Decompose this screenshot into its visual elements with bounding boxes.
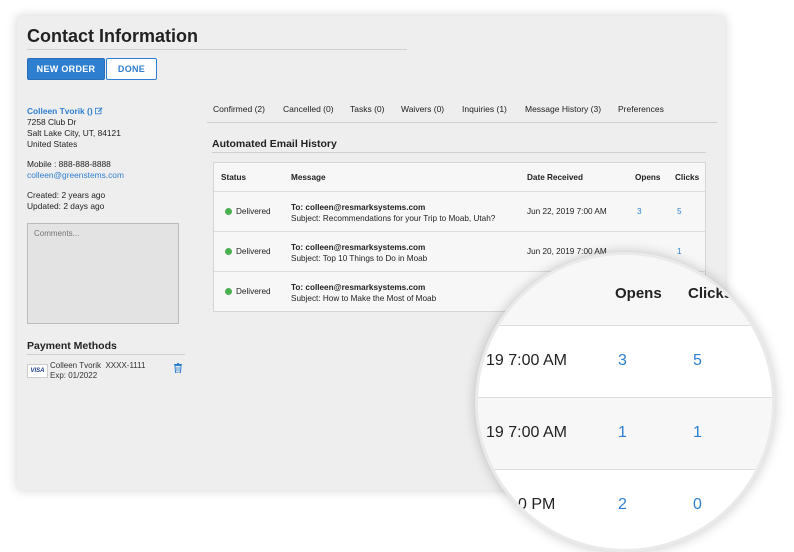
card-expiry: Exp: 01/2022 <box>50 371 98 380</box>
col-clicks: Clicks <box>675 173 700 182</box>
email-link[interactable]: colleen@greenstems.com <box>27 170 182 181</box>
address-line1: 7258 Club Dr <box>27 117 77 127</box>
magnifier-date: 0 PM <box>518 496 556 513</box>
delivered-dot <box>225 208 232 215</box>
delivered-dot <box>225 288 232 295</box>
card-holder: Colleen Tvorik <box>50 361 101 370</box>
magnifier-clicks-header: Clicks <box>688 285 733 302</box>
tab-bar: Confirmed (2) Cancelled (0) Tasks (0) Wa… <box>207 104 717 123</box>
visa-card-icon: VISA <box>27 364 48 378</box>
magnifier-header: Opens Clicks <box>478 255 772 325</box>
edit-icon[interactable] <box>94 107 103 115</box>
payment-divider <box>27 354 185 355</box>
updated-time: Updated: 2 days ago <box>27 201 105 211</box>
created-time: Created: 2 years ago <box>27 190 106 200</box>
col-status: Status <box>221 173 247 182</box>
magnifier-clicks: 1 <box>693 424 702 441</box>
country: United States <box>27 139 78 149</box>
message-subject: Subject: How to Make the Most of Moab <box>291 294 437 303</box>
message-to: To: colleen@resmarksystems.com <box>291 283 426 292</box>
card-number: XXXX-1111 <box>105 361 146 370</box>
status-text: Delivered <box>236 207 271 216</box>
comments-input[interactable] <box>27 223 179 324</box>
status-text: Delivered <box>236 247 271 256</box>
contact-name-link[interactable]: Colleen Tvorik () <box>27 106 93 116</box>
message-to: To: colleen@resmarksystems.com <box>291 243 426 252</box>
magnifier-row: 19 7:00 AM 1 1 <box>478 397 772 470</box>
title-divider <box>27 49 407 50</box>
col-opens: Opens <box>635 173 661 182</box>
magnifier-clicks: 5 <box>693 352 702 369</box>
status-text: Delivered <box>236 287 271 296</box>
magnifier-row: 19 7:00 AM 3 5 <box>478 325 772 398</box>
page-title: Contact Information <box>27 26 198 46</box>
col-message: Message <box>291 173 326 182</box>
tab-inquiries[interactable]: Inquiries (1) <box>462 104 507 114</box>
tab-waivers[interactable]: Waivers (0) <box>401 104 444 114</box>
magnifier-clicks: 0 <box>693 496 702 513</box>
tab-tasks[interactable]: Tasks (0) <box>350 104 384 114</box>
tab-preferences[interactable]: Preferences <box>618 104 664 114</box>
table-row[interactable]: Delivered To: colleen@resmarksystems.com… <box>214 191 705 232</box>
message-cell: To: colleen@resmarksystems.com Subject: … <box>291 282 436 304</box>
date-received: Jun 22, 2019 7:00 AM <box>527 207 607 216</box>
trash-icon[interactable] <box>174 363 182 373</box>
clicks-count[interactable]: 5 <box>677 207 682 216</box>
email-history-title: Automated Email History <box>212 138 337 150</box>
message-subject: Subject: Recommendations for your Trip t… <box>291 214 496 223</box>
magnifier-callout: Opens Clicks 19 7:00 AM 3 5 19 7:00 AM 1… <box>475 252 775 552</box>
magnifier-opens: 2 <box>618 496 627 513</box>
tab-cancelled[interactable]: Cancelled (0) <box>283 104 334 114</box>
opens-count[interactable]: 3 <box>637 207 642 216</box>
mobile-number: Mobile : 888-888-8888 <box>27 159 111 169</box>
magnifier-opens: 3 <box>618 352 627 369</box>
payment-methods-title: Payment Methods <box>27 340 117 352</box>
message-to: To: colleen@resmarksystems.com <box>291 203 426 212</box>
new-order-button[interactable]: NEW ORDER <box>27 58 105 80</box>
magnifier-opens-header: Opens <box>615 285 662 302</box>
magnifier-row: 0 PM 2 0 <box>478 469 772 542</box>
address-line2: Salt Lake City, UT, 84121 <box>27 128 121 138</box>
contact-details: Colleen Tvorik () 7258 Club Dr Salt Lake… <box>27 106 182 212</box>
message-subject: Subject: Top 10 Things to Do in Moab <box>291 254 428 263</box>
magnifier-date: 19 7:00 AM <box>486 424 567 441</box>
magnifier-opens: 1 <box>618 424 627 441</box>
done-button[interactable]: DONE <box>106 58 157 80</box>
magnifier-date: 19 7:00 AM <box>486 352 567 369</box>
col-date: Date Received <box>527 173 583 182</box>
delivered-dot <box>225 248 232 255</box>
email-history-divider <box>212 152 706 153</box>
tab-confirmed[interactable]: Confirmed (2) <box>213 104 265 114</box>
message-cell: To: colleen@resmarksystems.com Subject: … <box>291 242 427 264</box>
message-cell: To: colleen@resmarksystems.com Subject: … <box>291 202 495 224</box>
tab-message-history[interactable]: Message History (3) <box>525 104 601 114</box>
